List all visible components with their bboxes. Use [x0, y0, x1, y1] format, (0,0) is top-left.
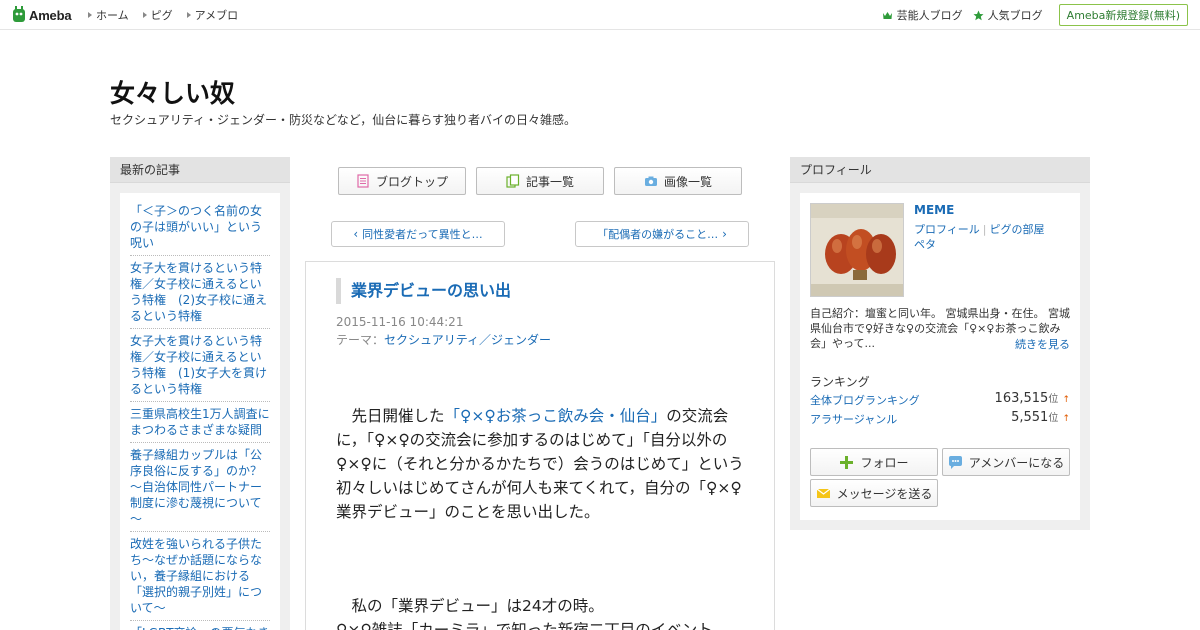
plus-icon	[840, 455, 854, 469]
celeb-blog-link[interactable]: 芸能人ブログ	[882, 7, 963, 23]
profile-link[interactable]: プロフィール	[914, 223, 980, 236]
entry-paragraph: 私の「業界デビュー」は24才の時。	[336, 597, 604, 615]
tab-article-list-label: 記事一覧	[525, 174, 574, 189]
tab-blog-top[interactable]: ブログトップ	[338, 167, 466, 195]
prev-article-label: 同性愛者だって異性と…	[362, 228, 483, 241]
chevron-right-icon: ›	[722, 227, 727, 241]
profile-heading: プロフィール	[790, 157, 1090, 183]
chevron-left-icon: ‹	[353, 227, 359, 241]
celeb-blog-label: 芸能人ブログ	[896, 9, 963, 22]
profile-name[interactable]: MEME	[914, 203, 954, 217]
pigg-room-link[interactable]: ピグの部屋	[990, 223, 1045, 236]
profile-panel: プロフィール MEME プロフィール | ピグの部屋 ペタ 自己紹介：壇蜜と同い年。…	[790, 157, 1090, 530]
crown-icon	[882, 11, 892, 19]
ranking-heading: ランキング	[810, 375, 870, 389]
blog-title[interactable]: 女々しい奴	[110, 74, 235, 110]
ranking-unit: 位	[1048, 413, 1059, 424]
event-link[interactable]: 「♀×♀お茶っこ飲み会・仙台」	[445, 407, 667, 425]
entry-title[interactable]: 業界デビューの思い出	[336, 278, 511, 304]
latest-articles-list: 「＜子＞のつく名前の女の子は頭がいい」という呪い 女子大を貫けるという特権／女子…	[120, 193, 280, 630]
triangle-right-icon	[142, 12, 147, 18]
peta-link[interactable]: ペタ	[914, 238, 936, 251]
popular-blog-link[interactable]: 人気ブログ	[973, 7, 1043, 23]
list-item[interactable]: 改姓を強いられる子供たち～なぜか話題にならない，養子縁組における「選択的親子別姓…	[130, 532, 270, 621]
global-nav: ホーム ピグ アメブロ	[88, 0, 238, 30]
list-item[interactable]: 「＜子＞のつく名前の女の子は頭がいい」という呪い	[130, 199, 270, 256]
ranking-number: 5,551	[1011, 410, 1049, 425]
read-more-link[interactable]: 続きを見る	[1015, 336, 1070, 352]
ranking-number: 163,515	[994, 391, 1049, 406]
top-bar: Ameba ホーム ピグ アメブロ 芸能人ブログ 人気ブログ Ameba新規登録…	[0, 0, 1200, 30]
nav-home-label: ホーム	[96, 9, 129, 22]
top-right-nav: 芸能人ブログ 人気ブログ Ameba新規登録(無料)	[882, 0, 1188, 30]
nav-ameblo-label: アメブロ	[194, 9, 239, 22]
follow-label: フォロー	[860, 455, 909, 470]
latest-articles-heading: 最新の記事	[110, 157, 290, 183]
documents-icon	[506, 174, 520, 188]
avatar-image	[811, 204, 903, 296]
envelope-icon	[816, 488, 830, 498]
ameba-logo[interactable]: Ameba	[12, 6, 72, 24]
ranking-row-overall[interactable]: 全体ブログランキング 163,515位 ↑	[810, 390, 1070, 410]
blog-tabs: ブログトップ 記事一覧 画像一覧	[338, 167, 742, 195]
entry-text: 先日開催した	[336, 407, 445, 425]
ranking-label: 全体ブログランキング	[810, 394, 920, 407]
send-message-button[interactable]: メッセージを送る	[810, 479, 938, 507]
blog-description: セクシュアリティ・ジェンダー・防災などなど，仙台に暮らす独り者バイの日々雑感。	[110, 113, 576, 127]
list-item[interactable]: 女子大を貫けるという特権／女子校に通えるという特権 (1)女子大を貫けるという特…	[130, 329, 270, 402]
ranking-row-genre[interactable]: アラサージャンル 5,551位 ↑	[810, 409, 1070, 429]
follow-button[interactable]: フォロー	[810, 448, 938, 476]
profile-links: プロフィール | ピグの部屋 ペタ	[914, 222, 1074, 252]
register-button[interactable]: Ameba新規登録(無料)	[1058, 4, 1188, 26]
next-article-label: 「配偶者の嫌がること…	[597, 228, 719, 241]
entry-theme-label: テーマ：	[336, 333, 385, 347]
arrow-up-icon: ↑	[1062, 414, 1070, 424]
triangle-right-icon	[88, 12, 92, 18]
avatar[interactable]	[810, 203, 904, 297]
latest-articles-panel: 最新の記事 「＜子＞のつく名前の女の子は頭がいい」という呪い 女子大を貫けるとい…	[110, 157, 290, 630]
nav-pigg-label: ピグ	[150, 9, 173, 22]
ranking-value: 5,551位 ↑	[1011, 409, 1070, 425]
list-item[interactable]: 三重県高校生1万人調査にまつわるさまざまな疑問	[130, 402, 270, 443]
tab-article-list[interactable]: 記事一覧	[476, 167, 604, 195]
entry-body: 先日開催した「♀×♀お茶っこ飲み会・仙台」の交流会に，「♀×♀の交流会に参加する…	[336, 404, 746, 630]
tab-image-list-label: 画像一覧	[663, 174, 712, 189]
ranking-value: 163,515位 ↑	[995, 390, 1070, 406]
popular-blog-label: 人気ブログ	[987, 9, 1043, 22]
entry-theme-link[interactable]: セクシュアリティ／ジェンダー	[384, 333, 551, 347]
logo-text: Ameba	[29, 7, 72, 23]
link-separator: |	[982, 223, 987, 236]
chat-icon	[948, 455, 962, 469]
entry-paragraph: 先日開催した「♀×♀お茶っこ飲み会・仙台」の交流会に，「♀×♀の交流会に参加する…	[336, 404, 746, 524]
ameba-logo-icon	[13, 6, 25, 22]
tab-blog-top-label: ブログトップ	[375, 174, 448, 189]
ranking-unit: 位	[1048, 394, 1059, 405]
arrow-up-icon: ↑	[1062, 395, 1070, 405]
blog-entry: 業界デビューの思い出 2015-11-16 10:44:21 テーマ：セクシュア…	[305, 261, 775, 630]
nav-pigg[interactable]: ピグ	[142, 7, 173, 23]
next-article-link[interactable]: 「配偶者の嫌がること… ›	[575, 221, 749, 247]
entry-paragraph: ♀×♀雑誌「カーミラ」で知った新宿二丁目のイベント	[336, 621, 713, 630]
tab-image-list[interactable]: 画像一覧	[614, 167, 742, 195]
prev-article-link[interactable]: ‹ 同性愛者だって異性と…	[331, 221, 505, 247]
nav-ameblo[interactable]: アメブロ	[186, 7, 239, 23]
profile-box: MEME プロフィール | ピグの部屋 ペタ 自己紹介：壇蜜と同い年。 宮城県出身・…	[800, 193, 1080, 520]
ranking-label: アラサージャンル	[810, 413, 898, 426]
list-item[interactable]: 女子大を貫けるという特権／女子校に通えるという特権 (2)女子校に通えるという特…	[130, 256, 270, 329]
camera-icon	[644, 176, 657, 186]
star-icon	[973, 10, 984, 20]
amember-button[interactable]: アメンバーになる	[942, 448, 1070, 476]
send-message-label: メッセージを送る	[836, 486, 933, 501]
entry-theme: テーマ：セクシュアリティ／ジェンダー	[336, 331, 551, 348]
triangle-right-icon	[186, 12, 191, 18]
entry-date: 2015-11-16 10:44:21	[336, 315, 464, 329]
list-item[interactable]: 「LGBT卒論」の悪気なき	[130, 621, 270, 630]
document-icon	[357, 174, 369, 188]
amember-label: アメンバーになる	[968, 455, 1065, 470]
list-item[interactable]: 養子縁組カップルは「公序良俗に反する」のか？～自治体同性パートナー制度に滲む蔑視…	[130, 443, 270, 532]
nav-home[interactable]: ホーム	[88, 7, 129, 23]
